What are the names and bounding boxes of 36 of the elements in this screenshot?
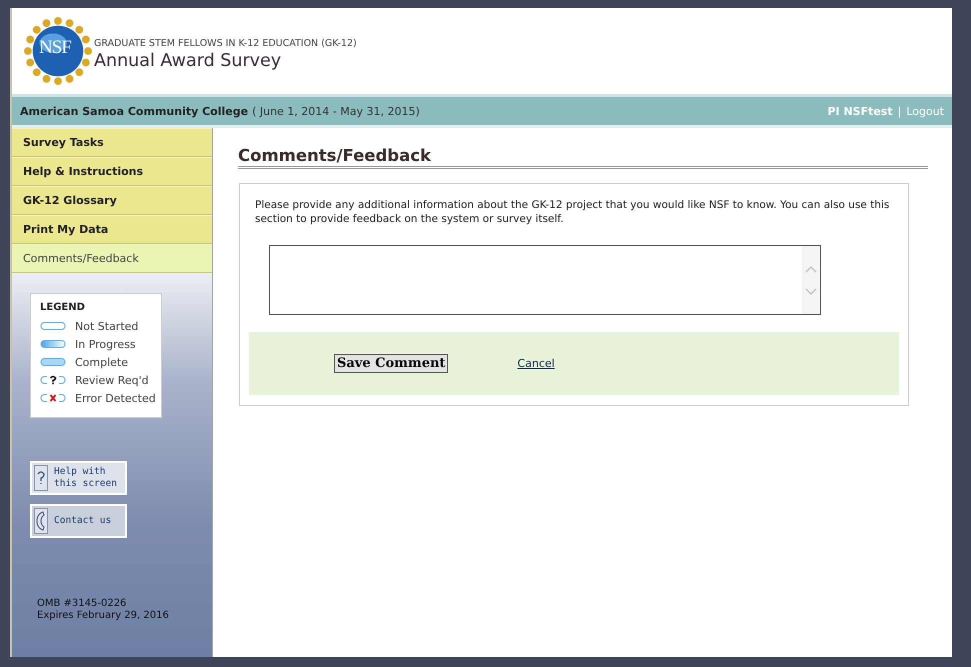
status-pill-icon — [40, 321, 66, 331]
legend-label: Not Started — [75, 320, 138, 332]
legend-label: Complete — [75, 356, 128, 368]
help-button[interactable]: Help with this screen — [30, 461, 127, 495]
nsf-logo-icon — [24, 17, 92, 85]
cancel-link[interactable]: Cancel — [517, 357, 555, 370]
separator-text: | — [898, 104, 902, 118]
nav-item[interactable]: Survey Tasks — [12, 128, 212, 157]
survey-title: Annual Award Survey — [94, 50, 282, 70]
legend-title: LEGEND — [40, 302, 86, 313]
legend-label: Error Detected — [75, 392, 156, 404]
scrollbar-arrows-icon — [802, 246, 820, 314]
contact-button[interactable]: Contact us — [30, 504, 127, 538]
omb-number: OMB #3145-0226 — [37, 598, 128, 610]
nav-item[interactable]: Help & Instructions — [12, 157, 212, 186]
status-pill-icon — [40, 339, 66, 349]
award-period: ( June 1, 2014 - May 31, 2015) — [252, 104, 420, 118]
legend-label: Review Req'd — [75, 374, 149, 386]
program-name: GRADUATE STEM FELLOWS IN K-12 EDUCATION (GK-12) — [94, 38, 357, 48]
page-heading: Comments/Feedback — [238, 146, 928, 169]
save-comment-button[interactable]: Save Comment — [334, 354, 448, 373]
nav-item[interactable]: GK-12 Glossary — [12, 186, 212, 215]
error-status-icon — [40, 393, 66, 403]
logo-text: NSF — [39, 37, 71, 59]
expiry-date: Expires February 29, 2016 — [37, 610, 170, 622]
comment-field[interactable] — [269, 245, 821, 315]
user-name: PI NSFtest — [827, 104, 893, 118]
question-status-icon — [40, 375, 66, 385]
institution-name: American Samoa Community College — [20, 104, 248, 118]
nav-item[interactable]: Comments/Feedback — [12, 244, 212, 273]
instructions-text: Please provide any additional information about the GK-12 project that you would like NSF to know. You can also use this section to provide feedback on the system or survey itself. — [255, 198, 890, 226]
nav-item[interactable]: Print My Data — [12, 215, 212, 244]
phone-handset-icon — [34, 508, 48, 534]
status-pill-icon — [40, 357, 66, 367]
legend-label: In Progress — [75, 338, 136, 350]
question-mark-icon — [34, 465, 48, 491]
